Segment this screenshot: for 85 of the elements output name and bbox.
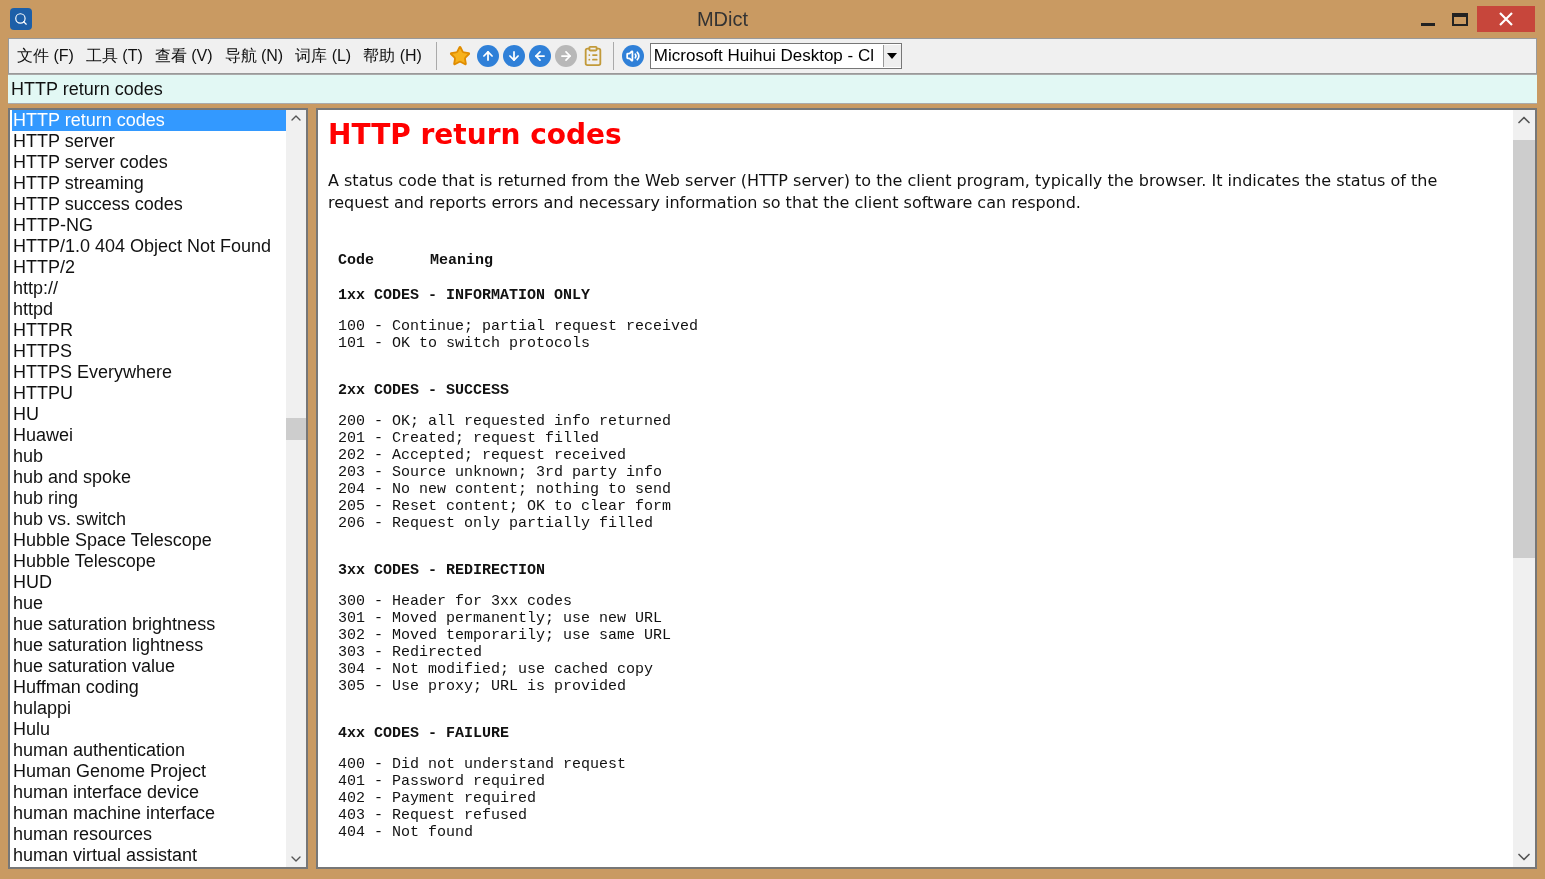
arrow-right-icon[interactable] <box>554 45 577 67</box>
word-list-item[interactable]: HU <box>12 404 286 425</box>
code-line: 100 - Continue; partial request received <box>338 318 700 335</box>
arrow-left-icon[interactable] <box>528 45 551 67</box>
word-list-item[interactable]: HUD <box>12 572 286 593</box>
code-line: 402 - Payment required <box>338 790 538 807</box>
word-list-item[interactable]: hub ring <box>12 488 286 509</box>
word-list-item[interactable]: HTTP server codes <box>12 152 286 173</box>
word-list-item[interactable]: hub and spoke <box>12 467 286 488</box>
scrollbar-thumb[interactable] <box>286 418 306 440</box>
close-icon <box>1499 12 1513 26</box>
word-list-item[interactable]: Huffman coding <box>12 677 286 698</box>
word-list-item[interactable]: Human Genome Project <box>12 761 286 782</box>
word-list-item[interactable]: HTTPR <box>12 320 286 341</box>
code-line: 301 - Moved permanently; use new URL <box>338 610 664 627</box>
menu-item[interactable]: 导航 (N) <box>220 44 288 68</box>
menu-item[interactable]: 词库 (L) <box>291 44 356 68</box>
code-line: 305 - Use proxy; URL is provided <box>338 678 628 695</box>
code-line: 203 - Source unknown; 3rd party info <box>338 464 664 481</box>
code-line: 304 - Not modified; use cached copy <box>338 661 655 678</box>
code-line: 300 - Header for 3xx codes <box>338 593 574 610</box>
window-title: MDict <box>696 7 749 32</box>
code-line: 202 - Accepted; request received <box>338 447 628 464</box>
code-line: 400 - Did not understand request <box>338 756 628 773</box>
speaker-icon[interactable] <box>621 45 644 67</box>
search-field[interactable]: HTTP return codes <box>8 74 1537 104</box>
section-heading: 4xx CODES - FAILURE <box>338 725 511 742</box>
code-line: 401 - Password required <box>338 773 547 790</box>
word-list-item[interactable]: hue saturation brightness <box>12 614 286 635</box>
word-list-item[interactable]: human authentication <box>12 740 286 761</box>
code-line: 200 - OK; all requested info returned <box>338 413 673 430</box>
word-list-item[interactable]: HTTP/2 <box>12 257 286 278</box>
word-list-item[interactable]: httpd <box>12 299 286 320</box>
code-line: 101 - OK to switch protocols <box>338 335 592 352</box>
word-list-item[interactable]: HTTP/1.0 404 Object Not Found <box>12 236 286 257</box>
app-logo-icon <box>10 8 32 30</box>
dropdown-caret-icon <box>882 45 901 67</box>
word-list-item[interactable]: hub <box>12 446 286 467</box>
word-list-item[interactable]: HTTP streaming <box>12 173 286 194</box>
menu-item[interactable]: 帮助 (H) <box>359 44 426 68</box>
entry-description: A status code that is returned from the Web server (HTTP server) to the client program, typically the browser. It indicates the status of the request and reports errors and necessary information so that the client software can respond. <box>328 170 1439 214</box>
content-scrollbar[interactable] <box>1513 110 1535 867</box>
word-list-item[interactable]: HTTPS Everywhere <box>12 362 286 383</box>
code-line: 206 - Request only partially filled <box>338 515 655 532</box>
word-list-item[interactable]: Hubble Telescope <box>12 551 286 572</box>
word-list-item[interactable]: http:// <box>12 278 286 299</box>
column-header: Code <box>338 252 375 269</box>
word-list-item[interactable]: hue saturation value <box>12 656 286 677</box>
section-heading: 1xx CODES - INFORMATION ONLY <box>338 287 592 304</box>
code-line: 204 - No new content; nothing to send <box>338 481 673 498</box>
word-list-item[interactable]: HTTP server <box>12 131 286 152</box>
word-list-item[interactable]: hub vs. switch <box>12 509 286 530</box>
word-list-item[interactable]: HTTP success codes <box>12 194 286 215</box>
list-scrollbar[interactable] <box>286 110 306 867</box>
menu-item[interactable]: 文件 (F) <box>13 44 78 68</box>
word-list-item[interactable]: human interface device <box>12 782 286 803</box>
word-list-item[interactable]: hue saturation lightness <box>12 635 286 656</box>
word-list-item[interactable]: Hulu <box>12 719 286 740</box>
word-list-item[interactable]: human resources <box>12 824 286 845</box>
section-heading: 2xx CODES - SUCCESS <box>338 382 511 399</box>
code-line: 404 - Not found <box>338 824 475 841</box>
code-line: 403 - Request refused <box>338 807 529 824</box>
word-list-item[interactable]: human virtual assistant <box>12 845 286 866</box>
word-list-item[interactable]: HTTPS <box>12 341 286 362</box>
scrollbar-thumb[interactable] <box>1513 140 1535 558</box>
word-list-item[interactable]: human machine interface <box>12 803 286 824</box>
word-list-item[interactable]: hulappi <box>12 698 286 719</box>
close-button[interactable] <box>1477 6 1535 32</box>
dictionary-select[interactable]: Microsoft Huihui Desktop - Cl <box>649 43 902 69</box>
word-list-item[interactable]: Huawei <box>12 425 286 446</box>
word-list-item[interactable]: HTTP-NG <box>12 215 286 236</box>
entry-title: HTTP return codes <box>328 117 623 153</box>
arrow-up-icon[interactable] <box>476 45 499 67</box>
code-line: 201 - Created; request filled <box>338 430 601 447</box>
word-list-item[interactable]: hue <box>12 593 286 614</box>
arrow-down-icon[interactable] <box>502 45 525 67</box>
section-heading: 3xx CODES - REDIRECTION <box>338 562 547 579</box>
column-header: Meaning <box>430 252 493 269</box>
menu-item[interactable]: 工具 (T) <box>81 44 147 68</box>
code-line: 303 - Redirected <box>338 644 484 661</box>
word-list-item[interactable]: HTTPU <box>12 383 286 404</box>
menu-item[interactable]: 查看 (V) <box>150 44 217 68</box>
code-line: 302 - Moved temporarily; use same URL <box>338 627 673 644</box>
word-list-item[interactable]: Hubble Space Telescope <box>12 530 286 551</box>
code-line: 205 - Reset content; OK to clear form <box>338 498 673 515</box>
